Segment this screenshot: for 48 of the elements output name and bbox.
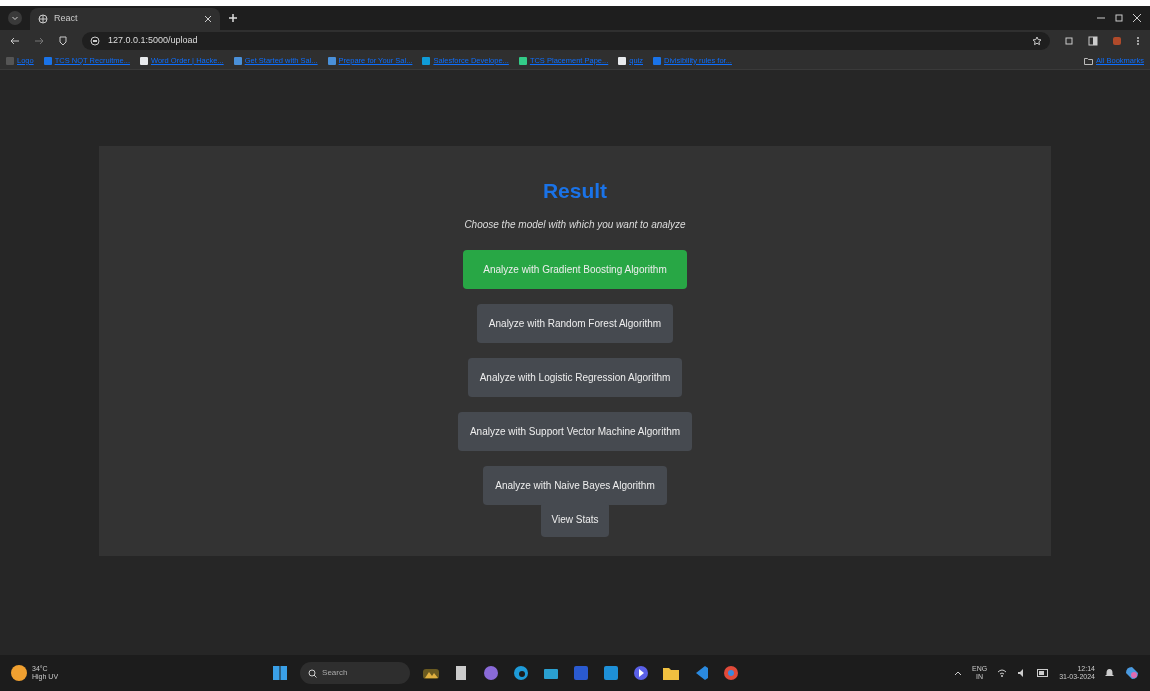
- folder-icon: [1084, 56, 1094, 65]
- star-icon[interactable]: [1032, 36, 1042, 46]
- close-icon[interactable]: [204, 15, 212, 23]
- globe-icon: [38, 14, 48, 24]
- browser-tab[interactable]: React: [30, 8, 220, 30]
- bell-icon[interactable]: [1105, 668, 1114, 678]
- tab-search-icon[interactable]: [8, 11, 22, 25]
- sun-icon: [10, 664, 28, 682]
- favicon-icon: [6, 56, 14, 65]
- instruction-text: Choose the model with which you want to analyze: [464, 218, 686, 233]
- new-tab-icon[interactable]: [228, 13, 238, 23]
- favicon-icon: [233, 56, 242, 65]
- tab-title: React: [54, 12, 79, 26]
- search-placeholder: Search: [322, 667, 348, 679]
- search-icon: [308, 668, 318, 678]
- analyze-button[interactable]: Analyze with Support Vector Machine Algorithm: [457, 412, 693, 452]
- favicon-icon: [327, 56, 336, 65]
- taskbar-search[interactable]: Search: [300, 662, 411, 684]
- battery-icon[interactable]: [1037, 669, 1050, 677]
- play-icon[interactable]: [632, 664, 651, 682]
- app-icon[interactable]: [572, 664, 591, 682]
- app-icon[interactable]: [602, 664, 621, 682]
- chevron-up-icon[interactable]: [954, 669, 962, 677]
- side-panel-icon[interactable]: [1088, 36, 1098, 46]
- favicon-icon: [43, 56, 52, 65]
- url-text: 127.0.0.1:5000/upload: [108, 34, 198, 48]
- analyze-button[interactable]: Analyze with Random Forest Algorithm: [476, 304, 674, 344]
- analyze-button[interactable]: Analyze with Naive Bayes Algorithm: [483, 466, 667, 506]
- browser-icon[interactable]: [512, 664, 531, 682]
- analyze-button[interactable]: Analyze with Logistic Regression Algorithm: [467, 358, 683, 398]
- restore-icon[interactable]: [1114, 13, 1124, 23]
- address-bar[interactable]: 127.0.0.1:5000/upload: [82, 32, 1050, 50]
- favicon-icon: [618, 56, 627, 65]
- favicon-icon: [518, 56, 527, 65]
- wifi-icon[interactable]: [997, 668, 1008, 678]
- site-info-icon[interactable]: [90, 36, 100, 46]
- windows-start-icon[interactable]: [272, 665, 289, 681]
- shield-icon[interactable]: [58, 36, 68, 46]
- app-icon[interactable]: [482, 664, 501, 682]
- favicon-icon: [422, 56, 431, 65]
- view-stats-button[interactable]: View Stats: [541, 502, 609, 538]
- close-icon[interactable]: [1132, 13, 1142, 23]
- forward-icon[interactable]: [34, 36, 44, 46]
- favicon-icon: [653, 56, 661, 65]
- menu-icon[interactable]: [1136, 36, 1140, 46]
- result-heading: Result: [542, 178, 608, 204]
- favicon-icon: [140, 56, 148, 65]
- back-icon[interactable]: [10, 36, 20, 46]
